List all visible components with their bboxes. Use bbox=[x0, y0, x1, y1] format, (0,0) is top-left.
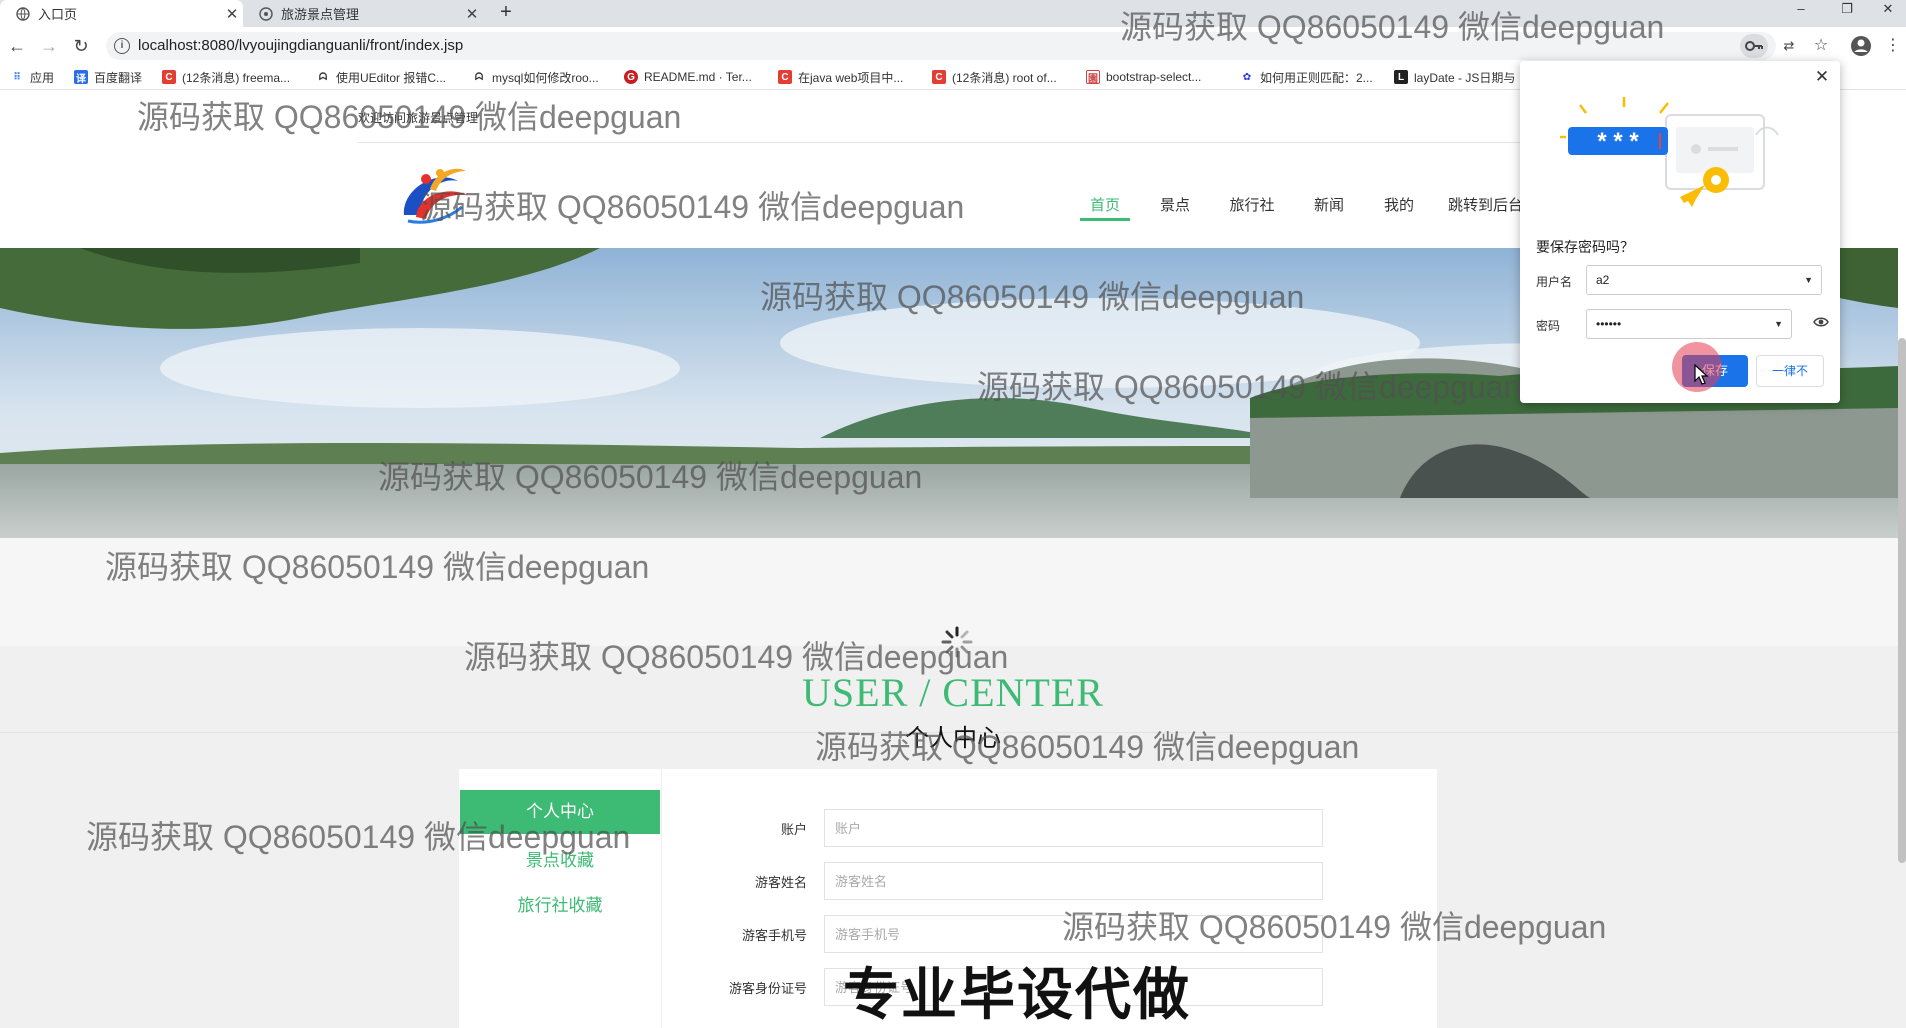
globe-icon bbox=[259, 6, 273, 21]
visitor-name-input[interactable] bbox=[824, 862, 1323, 900]
nav-mine[interactable]: 我的 bbox=[1374, 194, 1424, 215]
globe-icon bbox=[16, 6, 30, 21]
watermark: 源码获取 QQ86050149 微信deepguan bbox=[1120, 9, 1665, 45]
tab-close-icon[interactable]: ✕ bbox=[461, 5, 483, 23]
watermark: 源码获取 QQ86050149 微信deepguan bbox=[86, 819, 631, 855]
never-save-button[interactable]: 一律不 bbox=[1756, 355, 1824, 387]
tab-label: 入口页 bbox=[38, 7, 78, 22]
chevron-down-icon: ▼ bbox=[1804, 275, 1813, 285]
visitor-id-label: 游客身份证号 bbox=[728, 981, 807, 996]
password-value: •••••• bbox=[1596, 317, 1622, 331]
site-info-icon[interactable]: i bbox=[114, 38, 130, 54]
new-tab-button[interactable]: + bbox=[494, 0, 518, 27]
watermark: 源码获取 QQ86050149 微信deepguan bbox=[420, 189, 965, 225]
reload-button[interactable]: ↻ bbox=[68, 33, 94, 59]
password-select[interactable]: •••••• ▼ bbox=[1586, 309, 1792, 339]
menu-kebab-icon[interactable]: ⋮ bbox=[1882, 35, 1904, 57]
visitor-phone-label: 游客手机号 bbox=[741, 928, 807, 943]
username-label: 用户名 bbox=[1536, 275, 1573, 289]
laydate-icon: L bbox=[1394, 70, 1408, 84]
sidebar-item-agency-favorites[interactable]: 旅行社收藏 bbox=[460, 891, 660, 916]
csdn-icon: C bbox=[932, 70, 946, 84]
watermark: 源码获取 QQ86050149 微信deepguan bbox=[1062, 909, 1607, 945]
password-key-icon[interactable] bbox=[1740, 34, 1768, 58]
nav-news[interactable]: 新闻 bbox=[1304, 194, 1354, 215]
translate-icon[interactable]: ⇄ bbox=[1778, 35, 1800, 57]
csdn-icon: C bbox=[778, 70, 792, 84]
page-scrollbar[interactable] bbox=[1898, 338, 1906, 863]
bookmark-ueditor[interactable]: ᗣ 使用UEditor 报错C... bbox=[316, 68, 446, 86]
watermark: 源码获取 QQ86050149 微信deepguan bbox=[760, 279, 1305, 315]
nav-active-underline bbox=[1080, 218, 1130, 221]
ad-overlay-text: 专业毕设代做 bbox=[843, 963, 1191, 1026]
watermark: 源码获取 QQ86050149 微信deepguan bbox=[815, 729, 1360, 765]
fish-icon: ᗣ bbox=[318, 71, 328, 83]
eye-icon[interactable] bbox=[1812, 315, 1830, 333]
bookmark-baidu-translate[interactable]: 译百度翻译 bbox=[74, 68, 142, 86]
bookmark-regex[interactable]: ✿ 如何用正则匹配：2... bbox=[1240, 68, 1373, 86]
bookmark-java-web[interactable]: C 在java web项目中... bbox=[778, 68, 903, 86]
account-label: 账户 bbox=[780, 822, 807, 837]
tab-scenic-admin[interactable]: 旅游景点管理 ✕ bbox=[243, 0, 483, 27]
restore-button[interactable]: ❐ bbox=[1824, 0, 1870, 22]
gitee-icon: G bbox=[624, 70, 638, 84]
nav-travel-agencies[interactable]: 旅行社 bbox=[1222, 194, 1282, 215]
watermark: 源码获取 QQ86050149 微信deepguan bbox=[977, 369, 1522, 405]
profile-avatar-icon[interactable] bbox=[1850, 35, 1872, 57]
username-select[interactable]: a2 ▼ bbox=[1586, 265, 1822, 295]
bookmark-laydate[interactable]: LlayDate - JS日期与 bbox=[1394, 68, 1515, 86]
panel-divider bbox=[661, 769, 662, 1028]
bookmark-readme[interactable]: G README.md · Ter... bbox=[624, 68, 752, 86]
bookmark-csdn-freema[interactable]: C (12条消息) freema... bbox=[162, 68, 290, 86]
popup-title: 要保存密码吗？ bbox=[1536, 239, 1634, 255]
username-value: a2 bbox=[1596, 273, 1610, 287]
watermark: 源码获取 QQ86050149 微信deepguan bbox=[464, 639, 1009, 675]
translate-icon: 译 bbox=[74, 70, 88, 85]
password-illustration: * * * bbox=[1556, 97, 1786, 217]
bookmark-mysql[interactable]: ᗣ mysql如何修改roo... bbox=[472, 68, 599, 86]
watermark: 源码获取 QQ86050149 微信deepguan bbox=[137, 99, 682, 135]
svg-text:* * *: * * * bbox=[1597, 128, 1639, 155]
tab-label: 旅游景点管理 bbox=[281, 7, 360, 22]
baidu-paw-icon: ✿ bbox=[1242, 71, 1252, 83]
back-button[interactable]: ← bbox=[4, 33, 30, 59]
password-label: 密码 bbox=[1536, 319, 1561, 333]
close-window-button[interactable]: ✕ bbox=[1870, 0, 1906, 22]
url-text: localhost:8080/lvyoujingdianguanli/front… bbox=[138, 37, 464, 54]
nav-home[interactable]: 首页 bbox=[1080, 194, 1130, 215]
bookmark-bootstrap-select[interactable]: 園 bootstrap-select... bbox=[1086, 68, 1201, 86]
csdn-icon: C bbox=[162, 70, 176, 84]
fish-icon: ᗣ bbox=[474, 71, 484, 83]
header-divider bbox=[358, 142, 1538, 143]
close-icon[interactable]: ✕ bbox=[1812, 67, 1832, 87]
nav-scenic-spots[interactable]: 景点 bbox=[1150, 194, 1200, 215]
mouse-cursor-icon bbox=[1694, 363, 1710, 386]
forward-button[interactable]: → bbox=[36, 33, 62, 59]
bookmark-csdn-root[interactable]: C (12条消息) root of... bbox=[932, 68, 1057, 86]
tab-entry-page[interactable]: 入口页 ✕ bbox=[0, 0, 243, 27]
apps-grid-icon: ⠿ bbox=[13, 71, 21, 83]
tab-close-icon[interactable]: ✕ bbox=[221, 5, 243, 23]
watermark: 源码获取 QQ86050149 微信deepguan bbox=[378, 459, 923, 495]
minimize-button[interactable]: – bbox=[1778, 0, 1824, 22]
cnblogs-icon: 園 bbox=[1086, 70, 1100, 85]
watermark: 源码获取 QQ86050149 微信deepguan bbox=[105, 549, 650, 585]
bookmark-apps[interactable]: ⠿ 应用 bbox=[10, 68, 54, 86]
bookmark-star-icon[interactable]: ☆ bbox=[1810, 35, 1832, 57]
chevron-down-icon: ▼ bbox=[1774, 319, 1783, 329]
account-input[interactable] bbox=[824, 809, 1323, 847]
visitor-name-label: 游客姓名 bbox=[754, 875, 807, 890]
